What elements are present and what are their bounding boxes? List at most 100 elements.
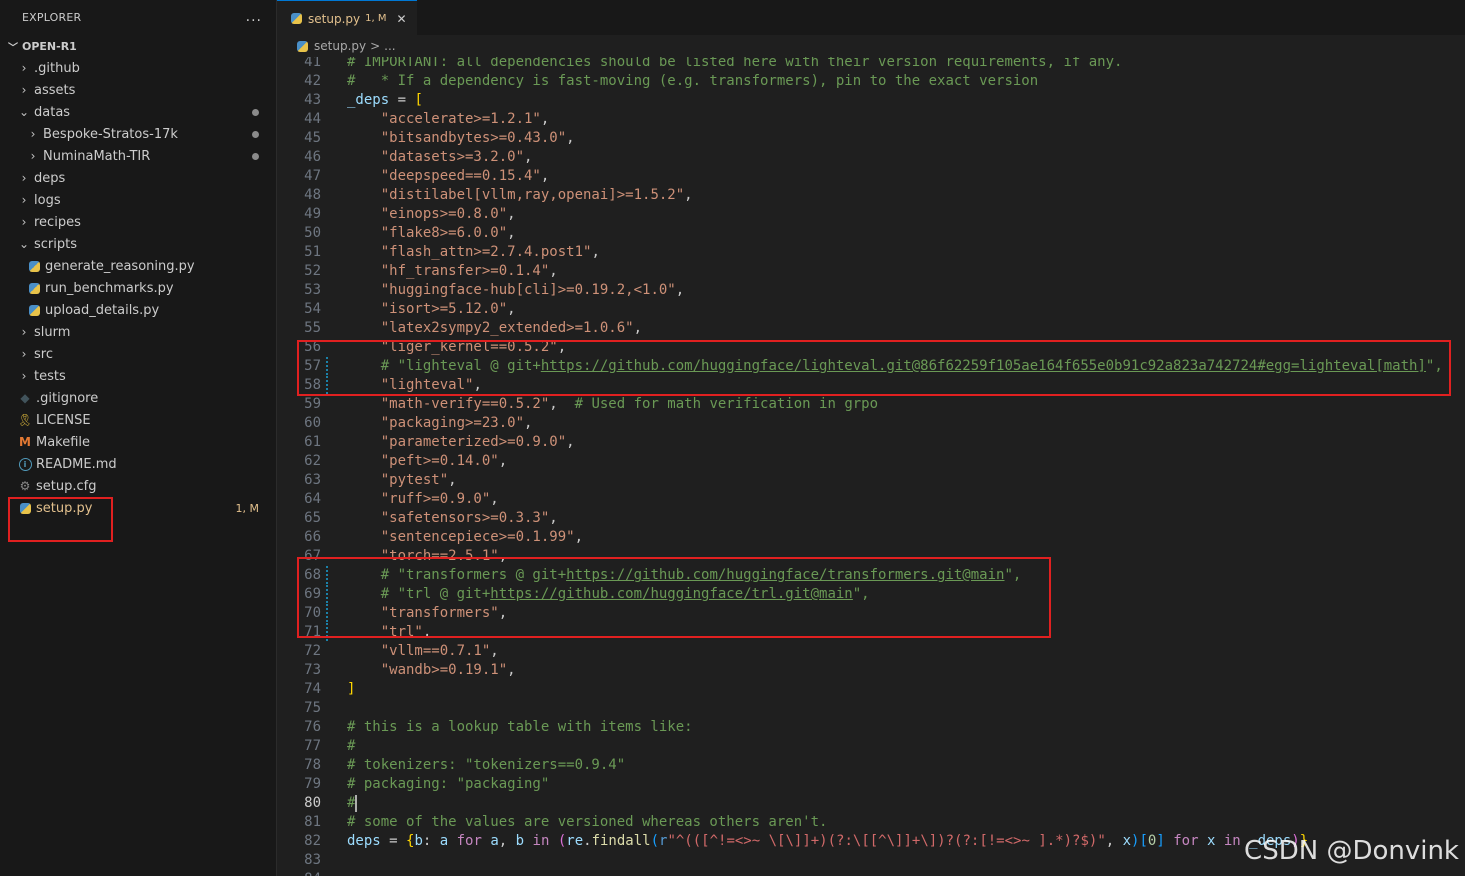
code-text: # tokenizers: "tokenizers==0.9.4" [347,757,626,773]
more-actions-icon[interactable]: ... [246,9,262,25]
tree-item-label: run_benchmarks.py [45,280,174,296]
code-line[interactable]: 43 _deps = [ [277,91,1465,110]
tree-item[interactable]: › NuminaMath-TIR [0,145,276,167]
code-line[interactable]: 49 "einops>=0.8.0", [277,205,1465,224]
code-line[interactable]: 76 # this is a lookup table with items li… [277,718,1465,737]
code-text: "sentencepiece>=0.1.99", [380,529,584,545]
code-line[interactable]: 66 "sentencepiece>=0.1.99", [277,528,1465,547]
license-icon: 🎗 [17,413,33,427]
tree-item[interactable]: setup.py 1, M [0,497,276,519]
code-line[interactable]: 46 "datasets>=3.2.0", [277,148,1465,167]
code-line[interactable]: 81 # some of the values are versioned whe… [277,813,1465,832]
line-number: 50 [304,225,321,241]
code-line[interactable]: 50 "flake8>=6.0.0", [277,224,1465,243]
tree-item[interactable]: › slurm [0,321,276,343]
code-line[interactable]: 57 # "lighteval @ git+https://github.com… [277,357,1465,376]
code-text: # "lighteval @ git+https://github.com/hu… [347,358,1443,374]
code-line[interactable]: 79 # packaging: "packaging" [277,775,1465,794]
code-line[interactable]: 64 "ruff>=0.9.0", [277,490,1465,509]
code-line[interactable]: 59 "math-verify==0.5.2", # Used for math… [277,395,1465,414]
tab-setup-py[interactable]: setup.py 1, M ✕ [277,0,417,36]
code-line[interactable]: 47 "deepspeed==0.15.4", [277,167,1465,186]
code-line[interactable]: 61 "parameterized>=0.9.0", [277,433,1465,452]
file-status-badge: 1, M [235,501,259,515]
tree-item[interactable]: ⚙ setup.cfg [0,475,276,497]
workspace-root[interactable]: ﹀ OPEN-R1 [0,35,276,57]
code-line[interactable]: 44 "accelerate>=1.2.1", [277,110,1465,129]
code-line[interactable]: 67 "torch==2.5.1", [277,547,1465,566]
code-line[interactable]: 48 "distilabel[vllm,ray,openai]>=1.5.2", [277,186,1465,205]
code-line[interactable]: 58 "lighteval", [277,376,1465,395]
code-line[interactable]: 71 "trl", [277,623,1465,642]
code-line[interactable]: 77 # [277,737,1465,756]
code-line[interactable]: 54 "isort>=5.12.0", [277,300,1465,319]
line-number: 67 [304,548,321,564]
modified-gutter-indicator[interactable] [326,357,328,376]
modified-gutter-indicator[interactable] [326,623,328,642]
code-text: deps = {b: a for a, b in (re.findall(r"^… [347,833,1309,849]
code-line[interactable]: 75 [277,699,1465,718]
info-icon: i [18,457,32,471]
code-text: "flash_attn>=2.7.4.post1", [380,244,600,260]
modified-gutter-indicator[interactable] [326,604,328,623]
tree-item-label: src [34,346,53,362]
code-line[interactable]: 52 "hf_transfer>=0.1.4", [277,262,1465,281]
modified-dot-icon [252,131,259,138]
close-icon[interactable]: ✕ [396,12,406,26]
code-line[interactable]: 56 "liger_kernel==0.5.2", [277,338,1465,357]
tree-item[interactable]: › tests [0,365,276,387]
workspace-root-label: OPEN-R1 [22,39,77,53]
tree-item[interactable]: run_benchmarks.py [0,277,276,299]
tree-item[interactable]: ⌄ scripts [0,233,276,255]
tree-item[interactable]: › deps [0,167,276,189]
code-line[interactable]: 69 # "trl @ git+https://github.com/huggi… [277,585,1465,604]
code-line[interactable]: 65 "safetensors>=0.3.3", [277,509,1465,528]
tree-item[interactable]: › Bespoke-Stratos-17k [0,123,276,145]
code-line[interactable]: 63 "pytest", [277,471,1465,490]
chevron-right-icon: › [21,61,27,75]
line-number: 60 [304,415,321,431]
code-line[interactable]: 80 # [277,794,1465,813]
line-number: 53 [304,282,321,298]
modified-gutter-indicator[interactable] [326,566,328,585]
code-line[interactable]: 41 # IMPORTANT: all dependencies should b… [277,57,1465,72]
modified-gutter-indicator[interactable] [326,376,328,395]
code-text: "accelerate>=1.2.1", [380,111,550,127]
tree-item-label: Bespoke-Stratos-17k [43,126,178,142]
code-line[interactable]: 73 "wandb>=0.19.1", [277,661,1465,680]
breadcrumb-more[interactable]: ... [384,39,395,53]
code-line[interactable]: 62 "peft>=0.14.0", [277,452,1465,471]
code-line[interactable]: 72 "vllm==0.7.1", [277,642,1465,661]
code-line[interactable]: 55 "latex2sympy2_extended>=1.0.6", [277,319,1465,338]
code-line[interactable]: 84 [277,870,1465,876]
tree-item[interactable]: › .github [0,57,276,79]
tree-item[interactable]: › src [0,343,276,365]
code-line[interactable]: 53 "huggingface-hub[cli]>=0.19.2,<1.0", [277,281,1465,300]
code-line[interactable]: 68 # "transformers @ git+https://github.… [277,566,1465,585]
code-line[interactable]: 74] [277,680,1465,699]
code-line[interactable]: 60 "packaging>=23.0", [277,414,1465,433]
tree-item[interactable]: generate_reasoning.py [0,255,276,277]
modified-gutter-indicator[interactable] [326,585,328,604]
code-editor[interactable]: 41 # IMPORTANT: all dependencies should b… [277,57,1465,876]
tree-item[interactable]: M Makefile [0,431,276,453]
line-number: 55 [304,320,321,336]
tree-item[interactable]: › assets [0,79,276,101]
chevron-right-icon: › [21,83,27,97]
tree-item[interactable]: ◆ .gitignore [0,387,276,409]
code-line[interactable]: 51 "flash_attn>=2.7.4.post1", [277,243,1465,262]
tree-item[interactable]: › logs [0,189,276,211]
code-line[interactable]: 78 # tokenizers: "tokenizers==0.9.4" [277,756,1465,775]
tree-item-label: scripts [34,236,77,252]
code-line[interactable]: 45 "bitsandbytes>=0.43.0", [277,129,1465,148]
tree-item[interactable]: upload_details.py [0,299,276,321]
tree-item[interactable]: 🎗 LICENSE [0,409,276,431]
breadcrumb-file[interactable]: setup.py [314,39,366,53]
line-number: 80 [304,795,321,811]
code-text: "packaging>=23.0", [380,415,533,431]
tree-item[interactable]: › recipes [0,211,276,233]
tree-item[interactable]: i README.md [0,453,276,475]
code-line[interactable]: 70 "transformers", [277,604,1465,623]
tree-item[interactable]: ⌄ datas [0,101,276,123]
code-line[interactable]: 42 # * If a dependency is fast-moving (e.… [277,72,1465,91]
